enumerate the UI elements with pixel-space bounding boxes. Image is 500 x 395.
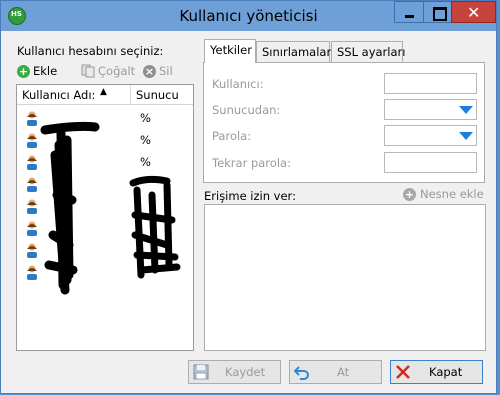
plus-icon: + bbox=[403, 187, 416, 201]
user-field-label: Kullanıcı: bbox=[212, 77, 264, 91]
from-host-dropdown[interactable] bbox=[384, 99, 477, 120]
add-user-button[interactable]: + Ekle bbox=[17, 63, 57, 79]
from-host-label: Sunucudan: bbox=[212, 103, 281, 117]
repeat-password-field[interactable] bbox=[384, 152, 477, 173]
copy-icon bbox=[81, 64, 95, 78]
tab-ssl-ayarlari[interactable]: SSL ayarları bbox=[331, 41, 405, 62]
redaction-scribble bbox=[40, 121, 181, 295]
save-icon bbox=[193, 364, 209, 380]
save-label: Kaydet bbox=[225, 365, 266, 379]
minimize-button[interactable] bbox=[394, 1, 424, 23]
add-object-button[interactable]: + Nesne ekle bbox=[403, 187, 484, 201]
close-label: Kapat bbox=[429, 365, 463, 379]
repeat-password-label: Tekrar parola: bbox=[212, 156, 291, 170]
discard-button[interactable]: At bbox=[289, 360, 382, 384]
undo-icon bbox=[294, 366, 309, 380]
select-account-label: Kullanıcı hesabını seçiniz: bbox=[17, 44, 164, 58]
delete-user-label: Sil bbox=[159, 64, 173, 78]
access-list[interactable] bbox=[204, 204, 486, 351]
copy-user-button[interactable]: Çoğalt bbox=[81, 63, 135, 79]
chevron-down-icon bbox=[459, 132, 473, 140]
plus-icon: + bbox=[17, 64, 30, 78]
close-icon bbox=[396, 365, 410, 379]
close-button[interactable]: Kapat bbox=[390, 360, 483, 384]
add-object-label: Nesne ekle bbox=[420, 187, 484, 201]
user-list[interactable]: Kullanıcı Adı: ▲ Sunucu % % % bbox=[16, 84, 194, 351]
password-label: Parola: bbox=[212, 129, 252, 143]
password-dropdown[interactable] bbox=[384, 125, 477, 146]
save-button[interactable]: Kaydet bbox=[188, 360, 281, 384]
chevron-down-icon bbox=[459, 106, 473, 114]
copy-user-label: Çoğalt bbox=[98, 64, 136, 78]
delete-user-button[interactable]: × Sil bbox=[143, 63, 173, 79]
access-label: Erişime izin ver: bbox=[204, 189, 296, 203]
tab-yetkiler[interactable]: Yetkiler bbox=[204, 39, 256, 63]
close-icon: ✕ bbox=[467, 3, 481, 22]
delete-icon: × bbox=[143, 64, 156, 78]
maximize-icon bbox=[433, 7, 447, 21]
title-bar[interactable]: HS Kullanıcı yöneticisi ✕ bbox=[1, 1, 496, 31]
discard-label: At bbox=[337, 365, 350, 379]
user-manager-window: HS Kullanıcı yöneticisi ✕ Kullanıcı hesa… bbox=[0, 0, 497, 394]
close-window-button[interactable]: ✕ bbox=[451, 1, 496, 23]
maximize-button[interactable] bbox=[423, 1, 453, 23]
privileges-panel: Kullanıcı: Sunucudan: Parola: Tekrar par… bbox=[203, 62, 485, 183]
minimize-icon bbox=[405, 15, 414, 18]
tab-sinirlamalar[interactable]: Sınırlamalar bbox=[256, 41, 331, 62]
add-user-label: Ekle bbox=[33, 64, 58, 78]
user-field[interactable] bbox=[384, 73, 477, 94]
